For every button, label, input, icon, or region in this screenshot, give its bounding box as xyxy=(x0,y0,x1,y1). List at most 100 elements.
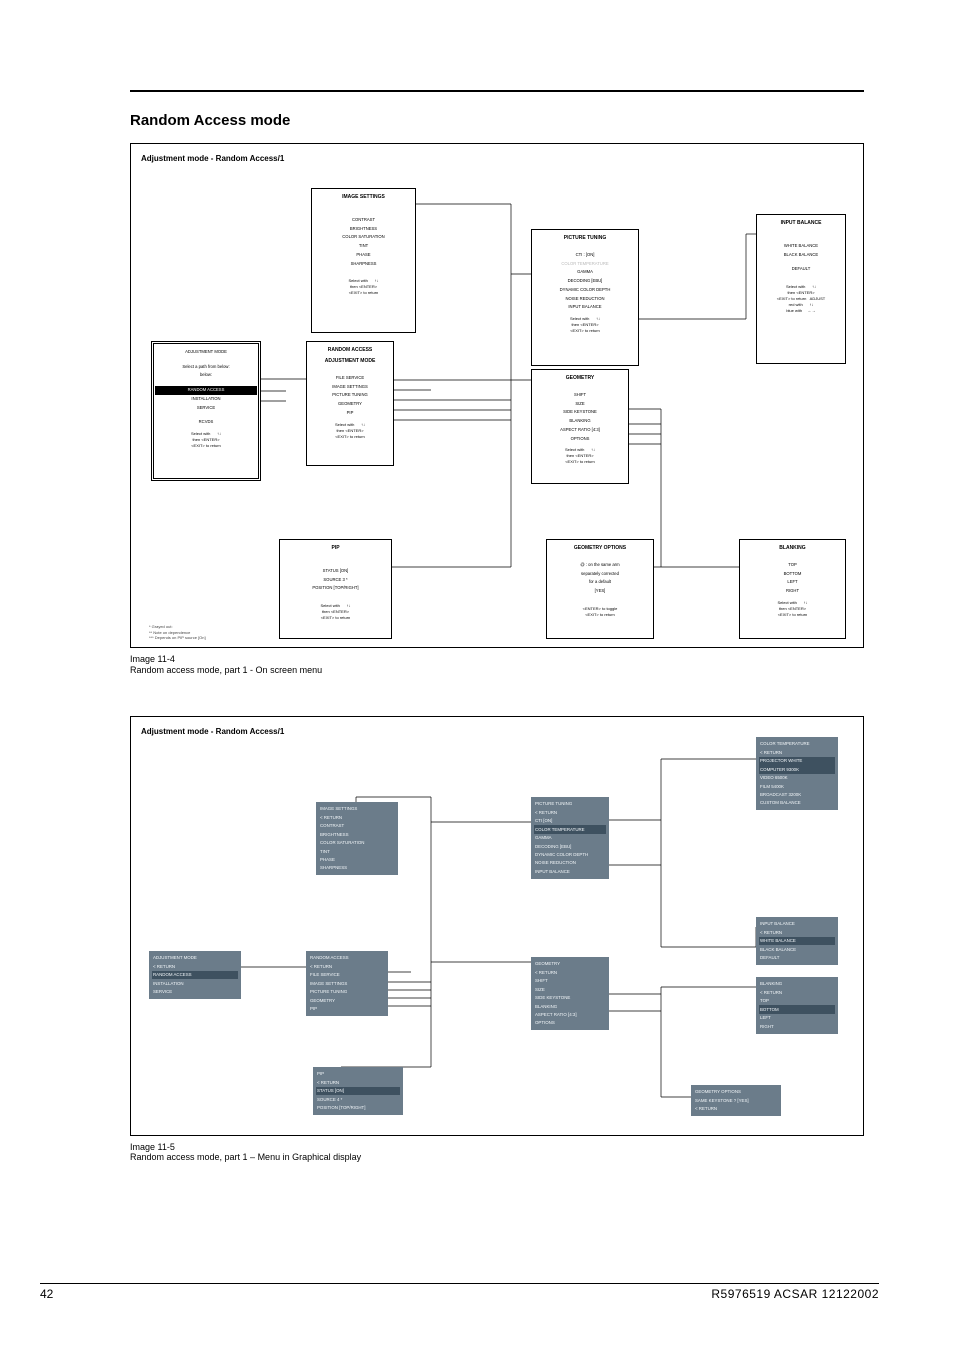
hdr: INPUT BALANCE xyxy=(759,219,843,227)
row: SHARPNESS xyxy=(314,260,413,269)
row-selected: COMPUTER 9300K xyxy=(759,765,835,773)
row: CUSTOM BALANCE xyxy=(760,799,834,807)
row: FILE SERVICE xyxy=(309,374,391,383)
box-picture-tuning: PICTURE TUNING CTI : [ON] COLOR TEMPERAT… xyxy=(531,229,639,366)
row: < RETURN xyxy=(317,1078,399,1086)
row: < RETURN xyxy=(535,808,605,816)
row: COLOR SATURATION xyxy=(314,233,413,242)
row: TINT xyxy=(320,847,394,855)
row: PIP xyxy=(309,409,391,418)
row: SHIFT xyxy=(534,391,626,400)
dbox-picture-tuning: PICTURE TUNING < RETURN CTI [ON] COLOR T… xyxy=(531,797,609,879)
row: BLACK BALANCE xyxy=(759,251,843,260)
box-geometry: GEOMETRY SHIFT SIZE SIDE KEYSTONE BLANKI… xyxy=(531,369,629,484)
hdr: GEOMETRY xyxy=(534,374,626,382)
row: SOURCE 4 * xyxy=(317,1095,399,1103)
hdr: INPUT BALANCE xyxy=(760,920,834,928)
row: DEFAULT xyxy=(759,265,843,274)
row: FILM 5400K xyxy=(760,782,834,790)
row: LEFT xyxy=(760,1014,834,1022)
hdr: PICTURE TUNING xyxy=(535,800,605,808)
dbox-pip: PIP < RETURN STATUS [ON] SOURCE 4 * POSI… xyxy=(313,1067,403,1115)
box-blanking: BLANKING TOP BOTTOM LEFT RIGHT Select wi… xyxy=(739,539,846,639)
row: INSTALLATION xyxy=(154,395,258,404)
row: TINT xyxy=(314,242,413,251)
row: IMAGE SETTINGS xyxy=(310,979,384,987)
dbox-adjustment-mode: ADJUSTMENT MODE < RETURN RANDOM ACCESS I… xyxy=(149,951,241,999)
row: RCVDS xyxy=(154,418,258,427)
box-random-access: RANDOM ACCESS ADJUSTMENT MODE FILE SERVI… xyxy=(306,341,394,466)
row-selected: STATUS [ON] xyxy=(316,1087,400,1095)
row: SIZE xyxy=(535,985,605,993)
row: ASPECT RATIO [4:3] xyxy=(535,1011,605,1019)
row: BRIGHTNESS xyxy=(314,225,413,234)
dbox-input-balance: INPUT BALANCE < RETURN WHITE BALANCE BLA… xyxy=(756,917,838,965)
row: GEOMETRY xyxy=(309,400,391,409)
row: SIDE KEYSTONE xyxy=(535,994,605,1002)
row-selected: PROJECTOR WHITE xyxy=(759,757,835,765)
row: WHITE BALANCE xyxy=(759,242,843,251)
row: SHARPNESS xyxy=(320,864,394,872)
row: BLACK BALANCE xyxy=(760,945,834,953)
row-selected: RANDOM ACCESS xyxy=(152,971,238,979)
row-selected: WHITE BALANCE xyxy=(759,937,835,945)
hdr: ADJUSTMENT MODE xyxy=(154,348,258,357)
page-number: 42 xyxy=(40,1287,53,1301)
row: POSITION [TOP/RIGHT] xyxy=(317,1104,399,1112)
row: BRIGHTNESS xyxy=(320,830,394,838)
row: PICTURE TUNING xyxy=(310,988,384,996)
row: SIDE KEYSTONE xyxy=(534,408,626,417)
box-pip: PIP STATUS [ON] SOURCE 3 * POSITION [TOP… xyxy=(279,539,392,639)
row: GAMMA xyxy=(535,834,605,842)
row: PICTURE TUNING xyxy=(309,391,391,400)
row: < RETURN xyxy=(695,1105,777,1113)
dbox-color-temperature: COLOR TEMPERATURE < RETURN PROJECTOR WHI… xyxy=(756,737,838,811)
row: ASPECT RATIO [4:3] xyxy=(534,426,626,435)
panel-title-1: Adjustment mode - Random Access/1 xyxy=(141,154,284,163)
row: @ : on the same arm xyxy=(549,561,651,570)
page-footer: 42 R5976519 ACSAR 12122002 xyxy=(40,1283,879,1301)
row: CTI [ON] xyxy=(535,817,605,825)
section-title: Random Access mode xyxy=(130,112,864,129)
row: VIDEO 6500K xyxy=(760,774,834,782)
footnotes: * Grayed out: ** Note on dependence *** … xyxy=(149,624,206,641)
dbox-random-access: RANDOM ACCESS < RETURN FILE SERVICE IMAG… xyxy=(306,951,388,1016)
box-input-balance: INPUT BALANCE WHITE BALANCE BLACK BALANC… xyxy=(756,214,846,364)
row: DYNAMIC COLOR DEPTH xyxy=(535,851,605,859)
row: < RETURN xyxy=(760,928,834,936)
hdr: COLOR TEMPERATURE xyxy=(760,740,834,748)
row: IMAGE SETTINGS xyxy=(309,383,391,392)
row: LEFT xyxy=(742,578,843,587)
row: COLOR TEMPERATURE xyxy=(534,260,636,269)
hdr: ADJUSTMENT MODE xyxy=(153,954,237,962)
row: PIP xyxy=(310,1005,384,1013)
dbox-geometry-options: GEOMETRY OPTIONS SAME KEYSTONE ? [YES] <… xyxy=(691,1085,781,1116)
row: BROADCAST 3200K xyxy=(760,791,834,799)
row-selected: RANDOM ACCESS xyxy=(155,386,257,395)
diagram-2: Adjustment mode - Random Access/1 xyxy=(130,716,864,1136)
row: SIZE xyxy=(534,400,626,409)
row: PHASE xyxy=(314,251,413,260)
row: TOP xyxy=(760,997,834,1005)
row: < RETURN xyxy=(153,962,237,970)
row: RIGHT xyxy=(742,587,843,596)
row: CONTRAST xyxy=(320,822,394,830)
caption-1: Image 11-4 Random access mode, part 1 - … xyxy=(130,654,864,676)
row: INPUT BALANCE xyxy=(534,303,636,312)
hdr: ADJUSTMENT MODE xyxy=(309,357,391,365)
dbox-image-settings: IMAGE SETTINGS < RETURN CONTRAST BRIGHTN… xyxy=(316,802,398,876)
box-geometry-options: GEOMETRY OPTIONS @ : on the same arm sep… xyxy=(546,539,654,639)
hdr: GEOMETRY OPTIONS xyxy=(549,544,651,552)
row: POSITION [TOP/RIGHT] xyxy=(282,584,389,593)
row: TOP xyxy=(742,561,843,570)
row: BOTTOM xyxy=(742,570,843,579)
row: DECODING [EBU] xyxy=(535,842,605,850)
row: COLOR SATURATION xyxy=(320,839,394,847)
row: OPTIONS xyxy=(535,1019,605,1027)
dbox-blanking: BLANKING < RETURN TOP BOTTOM LEFT RIGHT xyxy=(756,977,838,1034)
row: BLANKING xyxy=(534,417,626,426)
hdr: BLANKING xyxy=(742,544,843,552)
row: < RETURN xyxy=(760,748,834,756)
row: INPUT BALANCE xyxy=(535,867,605,875)
caption-2: Image 11-5 Random access mode, part 1 – … xyxy=(130,1142,864,1164)
